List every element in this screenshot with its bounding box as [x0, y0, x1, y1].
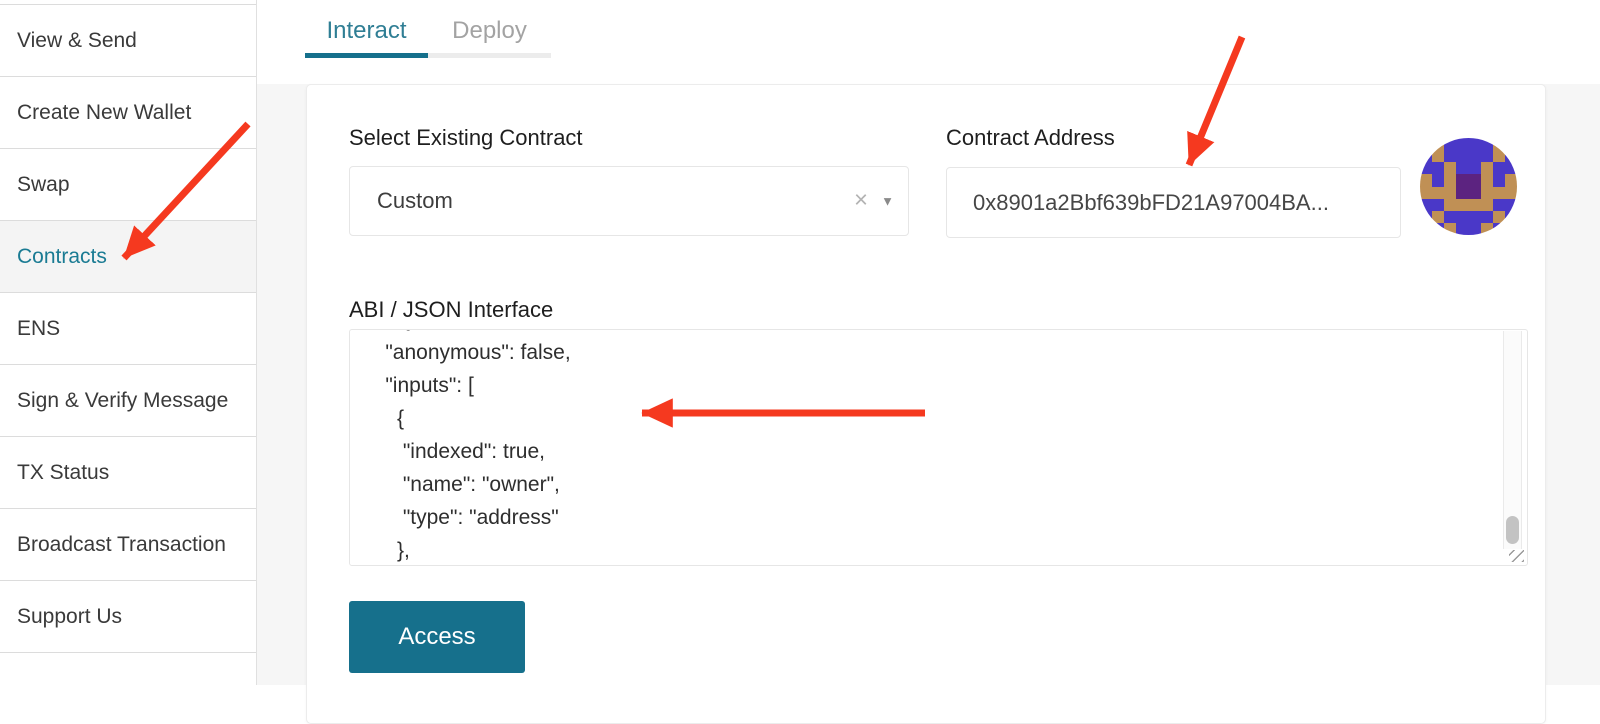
abi-json-interface-label: ABI / JSON Interface: [349, 297, 553, 323]
existing-contract-select[interactable]: Custom × ▼: [349, 166, 909, 236]
textarea-resize-handle-icon[interactable]: [1509, 550, 1524, 562]
sidebar-item-sign-verify-message[interactable]: Sign & Verify Message: [0, 365, 256, 437]
abi-scrollbar-track[interactable]: [1503, 331, 1522, 549]
abi-json-content: { "anonymous": false, "inputs": [ { "ind…: [350, 329, 571, 566]
content-header: Interact Deploy: [257, 0, 1600, 84]
sidebar-item-view-send[interactable]: View & Send: [0, 5, 256, 77]
contract-address-input[interactable]: [946, 167, 1401, 238]
abi-scrollbar-thumb[interactable]: [1506, 516, 1519, 544]
sidebar-item-tx-status[interactable]: TX Status: [0, 437, 256, 509]
access-button[interactable]: Access: [349, 601, 525, 673]
sidebar-item-create-new-wallet[interactable]: Create New Wallet: [0, 77, 256, 149]
clear-selection-icon[interactable]: ×: [854, 186, 868, 214]
sidebar-item-ens[interactable]: ENS: [0, 293, 256, 365]
sidebar-item-contracts[interactable]: Contracts: [0, 221, 256, 293]
sidebar-item-broadcast-transaction[interactable]: Broadcast Transaction: [0, 509, 256, 581]
contract-address-label: Contract Address: [946, 125, 1115, 151]
abi-json-textarea[interactable]: { "anonymous": false, "inputs": [ { "ind…: [349, 329, 1528, 566]
address-identicon-avatar: [1420, 138, 1517, 235]
tab-bar: Interact Deploy: [305, 0, 551, 58]
sidebar-item-swap[interactable]: Swap: [0, 149, 256, 221]
chevron-down-icon[interactable]: ▼: [881, 194, 894, 209]
tab-deploy[interactable]: Deploy: [428, 0, 551, 58]
sidebar: View & Send Create New Wallet Swap Contr…: [0, 0, 257, 685]
select-existing-contract-label: Select Existing Contract: [349, 125, 583, 151]
tab-interact[interactable]: Interact: [305, 0, 428, 58]
contract-form-card: Select Existing Contract Custom × ▼ Cont…: [306, 84, 1546, 724]
main-content: Interact Deploy Select Existing Contract…: [257, 0, 1600, 685]
sidebar-item-support-us[interactable]: Support Us: [0, 581, 256, 653]
selected-contract-value: Custom: [350, 188, 908, 214]
